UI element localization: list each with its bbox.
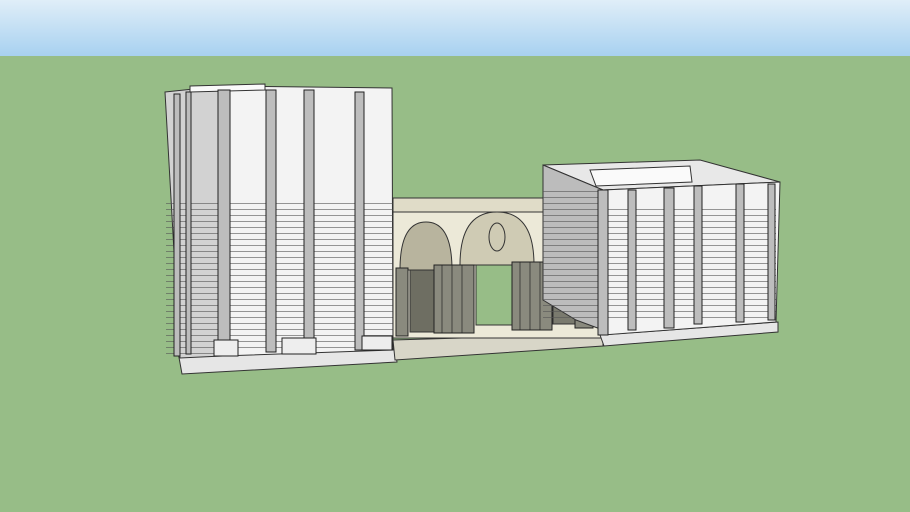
3d-viewport[interactable] <box>0 0 910 512</box>
model-scene <box>0 0 910 512</box>
right-tower <box>542 159 781 347</box>
sky <box>0 0 910 56</box>
left-tower <box>164 83 398 375</box>
